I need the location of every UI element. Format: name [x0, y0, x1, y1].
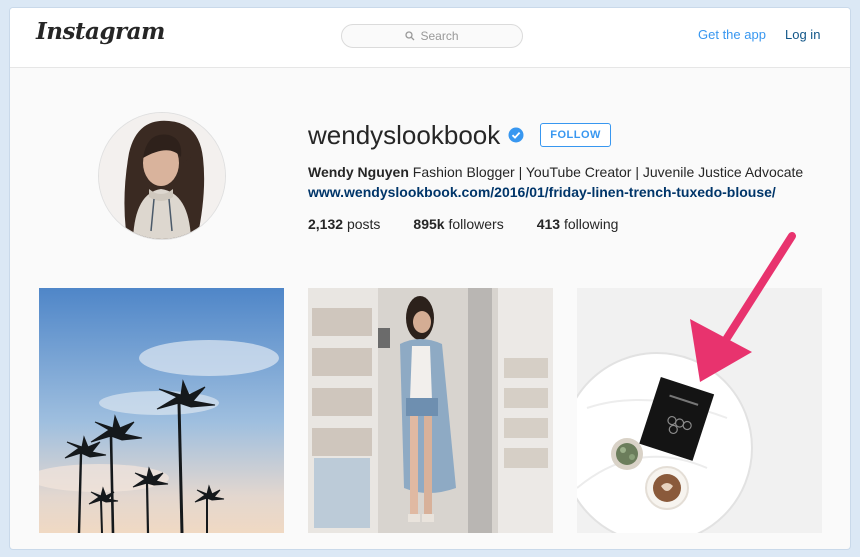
- followers-count: 895k: [413, 216, 445, 232]
- posts-count: 2,132: [308, 216, 344, 232]
- profile-avatar[interactable]: [98, 112, 226, 240]
- post-image-palm-trees: [39, 288, 284, 533]
- post-image-denim-coat: [308, 288, 553, 533]
- profile-website-link[interactable]: www.wendyslookbook.com/2016/01/friday-li…: [308, 184, 776, 200]
- profile-full-name: Wendy Nguyen: [308, 164, 409, 180]
- post-image-flat-lay: [577, 288, 822, 533]
- posts-stat: 2,132 posts: [308, 216, 380, 232]
- profile-stats: 2,132 posts 895k followers 413 following: [308, 216, 618, 232]
- top-navigation-bar: Instagram Search Get the app Log in: [10, 8, 850, 68]
- verified-badge-icon: [508, 127, 524, 143]
- followers-stat[interactable]: 895k followers: [413, 216, 503, 232]
- browser-page: Instagram Search Get the app Log in wend…: [10, 8, 850, 549]
- instagram-logo[interactable]: Instagram: [36, 18, 165, 45]
- avatar-image: [99, 113, 225, 239]
- profile-bio: Wendy Nguyen Fashion Blogger | YouTube C…: [308, 164, 803, 180]
- get-the-app-link[interactable]: Get the app: [698, 27, 766, 42]
- following-stat[interactable]: 413 following: [537, 216, 619, 232]
- profile-username: wendyslookbook: [308, 119, 501, 150]
- follow-button[interactable]: FOLLOW: [540, 123, 611, 147]
- post-thumbnail-palm-trees[interactable]: [39, 288, 284, 533]
- search-input[interactable]: Search: [341, 24, 523, 48]
- profile-header: wendyslookbook FOLLOW: [308, 118, 611, 152]
- search-placeholder: Search: [420, 29, 459, 43]
- post-thumbnail-flat-lay[interactable]: [577, 288, 822, 533]
- search-icon: [405, 31, 415, 41]
- log-in-link[interactable]: Log in: [785, 27, 820, 42]
- following-label: following: [563, 216, 619, 232]
- followers-label: followers: [448, 216, 504, 232]
- posts-label: posts: [346, 216, 381, 232]
- following-count: 413: [536, 216, 561, 232]
- post-thumbnail-denim-coat[interactable]: [308, 288, 553, 533]
- profile-bio-text: Fashion Blogger | YouTube Creator | Juve…: [412, 164, 804, 180]
